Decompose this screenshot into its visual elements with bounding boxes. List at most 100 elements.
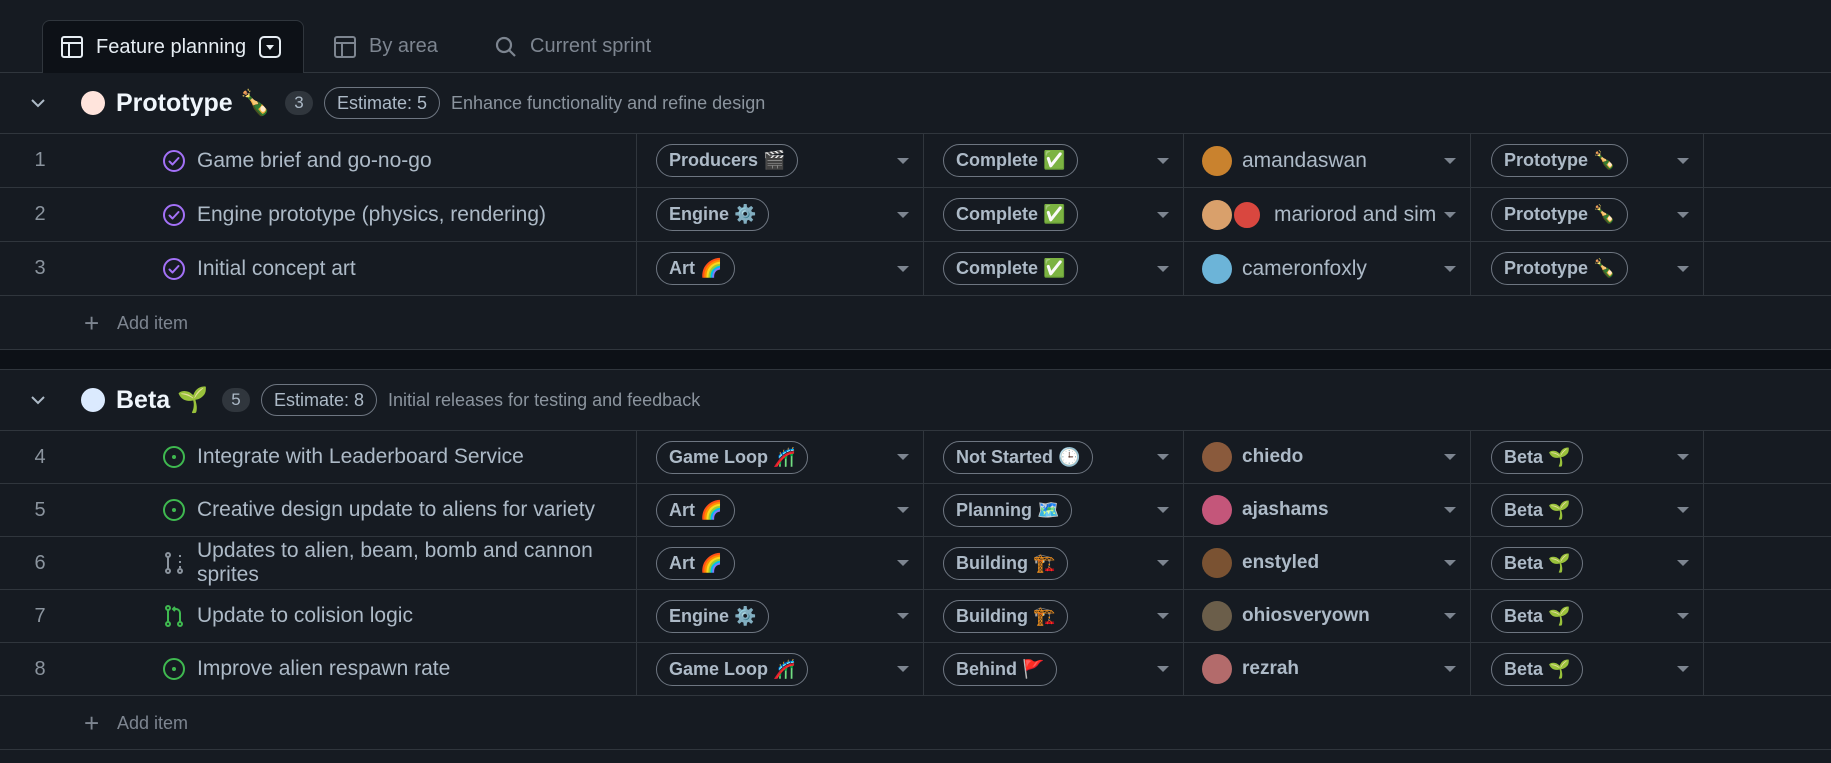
status-label: Building 🏗️ [943, 599, 1069, 633]
caret-down-icon[interactable] [1677, 265, 1689, 272]
status-cell[interactable]: Behind 🚩 [924, 643, 1184, 695]
item-title[interactable]: Integrate with Leaderboard Service [197, 445, 524, 469]
caret-down-icon[interactable] [897, 666, 909, 672]
caret-down-icon[interactable] [1444, 507, 1456, 513]
item-title-cell[interactable]: Updates to alien, beam, bomb and cannon … [80, 537, 637, 589]
table-row[interactable]: 4 Integrate with Leaderboard Service Gam… [0, 431, 1831, 484]
table-row[interactable]: 7 Update to colision logic Engine ⚙️ Bui… [0, 590, 1831, 643]
assignee-name: chiedo [1242, 446, 1304, 467]
caret-down-icon[interactable] [897, 454, 909, 460]
caret-down-icon[interactable] [897, 157, 909, 164]
caret-down-icon[interactable] [1444, 265, 1456, 272]
status-cell[interactable]: Building 🏗️ [924, 537, 1184, 589]
iteration-cell[interactable]: Beta 🌱 [1471, 537, 1704, 589]
table-row[interactable]: 1 Game brief and go-no-go Producers 🎬 Co… [0, 134, 1831, 188]
caret-down-icon[interactable] [897, 507, 909, 513]
status-cell[interactable]: Building 🏗️ [924, 590, 1184, 642]
status-cell[interactable]: Planning 🗺️ [924, 484, 1184, 536]
assignee-cell[interactable]: chiedo [1184, 431, 1471, 483]
open-issue-icon [162, 657, 186, 681]
area-cell[interactable]: Art 🌈 [637, 537, 924, 589]
tab-feature-planning[interactable]: Feature planning [42, 20, 304, 73]
caret-down-icon[interactable] [1444, 560, 1456, 566]
caret-down-icon[interactable] [1677, 454, 1689, 460]
chevron-down-icon[interactable] [30, 392, 46, 408]
iteration-cell[interactable]: Beta 🌱 [1471, 590, 1704, 642]
area-cell[interactable]: Art 🌈 [637, 242, 924, 295]
caret-down-icon[interactable] [897, 211, 909, 218]
caret-down-icon[interactable] [1444, 157, 1456, 164]
item-title[interactable]: Game brief and go-no-go [197, 149, 432, 173]
area-cell[interactable]: Art 🌈 [637, 484, 924, 536]
caret-down-icon[interactable] [1157, 157, 1169, 164]
table-row[interactable]: 6 Updates to alien, beam, bomb and canno… [0, 537, 1831, 590]
item-title[interactable]: Update to colision logic [197, 604, 413, 628]
area-cell[interactable]: Engine ⚙️ [637, 590, 924, 642]
assignee-cell[interactable]: mariorod and sim [1184, 188, 1471, 241]
caret-down-icon[interactable] [1444, 211, 1456, 218]
iteration-cell[interactable]: Beta 🌱 [1471, 431, 1704, 483]
caret-down-icon[interactable] [1444, 666, 1456, 672]
add-item-row[interactable]: + Add item [0, 696, 1831, 750]
table-row[interactable]: 2 Engine prototype (physics, rendering) … [0, 188, 1831, 242]
caret-down-icon[interactable] [1677, 560, 1689, 566]
tab-by-area[interactable]: By area [333, 20, 438, 73]
table-row[interactable]: 8 Improve alien respawn rate Game Loop 🎢… [0, 643, 1831, 696]
assignee-cell[interactable]: ohiosveryown [1184, 590, 1471, 642]
area-cell[interactable]: Game Loop 🎢 [637, 643, 924, 695]
caret-down-icon[interactable] [1157, 211, 1169, 218]
caret-down-icon[interactable] [897, 613, 909, 619]
assignee-cell[interactable]: ajashams [1184, 484, 1471, 536]
caret-down-icon[interactable] [897, 265, 909, 272]
caret-down-icon[interactable] [1157, 265, 1169, 272]
item-title-cell[interactable]: Engine prototype (physics, rendering) [80, 188, 637, 241]
iteration-cell[interactable]: Beta 🌱 [1471, 643, 1704, 695]
item-title[interactable]: Improve alien respawn rate [197, 657, 450, 681]
plus-icon: + [84, 308, 100, 338]
iteration-cell[interactable]: Prototype 🍾 [1471, 242, 1704, 295]
status-cell[interactable]: Complete ✅ [924, 134, 1184, 187]
item-title-cell[interactable]: Update to colision logic [80, 590, 637, 642]
assignee-cell[interactable]: amandaswan [1184, 134, 1471, 187]
item-title[interactable]: Creative design update to aliens for var… [197, 498, 595, 522]
assignee-cell[interactable]: rezrah [1184, 643, 1471, 695]
table-row[interactable]: 5 Creative design update to aliens for v… [0, 484, 1831, 537]
assignee-cell[interactable]: enstyled [1184, 537, 1471, 589]
area-cell[interactable]: Game Loop 🎢 [637, 431, 924, 483]
tab-current-sprint[interactable]: Current sprint [494, 20, 651, 73]
status-cell[interactable]: Complete ✅ [924, 188, 1184, 241]
area-cell[interactable]: Producers 🎬 [637, 134, 924, 187]
caret-down-icon[interactable] [1444, 454, 1456, 460]
caret-down-icon[interactable] [1677, 211, 1689, 218]
caret-down-icon[interactable] [1677, 666, 1689, 672]
item-title-cell[interactable]: Game brief and go-no-go [80, 134, 637, 187]
item-title[interactable]: Updates to alien, beam, bomb and cannon … [197, 539, 636, 587]
assignee-cell[interactable]: cameronfoxly [1184, 242, 1471, 295]
item-title-cell[interactable]: Creative design update to aliens for var… [80, 484, 637, 536]
item-title-cell[interactable]: Initial concept art [80, 242, 637, 295]
caret-down-icon[interactable] [1157, 507, 1169, 513]
caret-down-icon[interactable] [1444, 613, 1456, 619]
table-row[interactable]: 3 Initial concept art Art 🌈 Complete ✅ c… [0, 242, 1831, 296]
area-cell[interactable]: Engine ⚙️ [637, 188, 924, 241]
iteration-cell[interactable]: Beta 🌱 [1471, 484, 1704, 536]
chevron-down-icon[interactable] [30, 95, 46, 111]
item-title-cell[interactable]: Improve alien respawn rate [80, 643, 637, 695]
status-cell[interactable]: Not Started 🕒 [924, 431, 1184, 483]
iteration-cell[interactable]: Prototype 🍾 [1471, 134, 1704, 187]
view-options-dropdown-icon[interactable] [259, 36, 282, 58]
caret-down-icon[interactable] [1677, 157, 1689, 164]
caret-down-icon[interactable] [1157, 613, 1169, 619]
status-cell[interactable]: Complete ✅ [924, 242, 1184, 295]
item-title-cell[interactable]: Integrate with Leaderboard Service [80, 431, 637, 483]
caret-down-icon[interactable] [1157, 454, 1169, 460]
add-item-row[interactable]: + Add item [0, 296, 1831, 350]
caret-down-icon[interactable] [1157, 666, 1169, 672]
item-title[interactable]: Initial concept art [197, 257, 356, 281]
iteration-cell[interactable]: Prototype 🍾 [1471, 188, 1704, 241]
caret-down-icon[interactable] [1677, 507, 1689, 513]
caret-down-icon[interactable] [1157, 560, 1169, 566]
caret-down-icon[interactable] [897, 560, 909, 566]
caret-down-icon[interactable] [1677, 613, 1689, 619]
item-title[interactable]: Engine prototype (physics, rendering) [197, 203, 546, 227]
